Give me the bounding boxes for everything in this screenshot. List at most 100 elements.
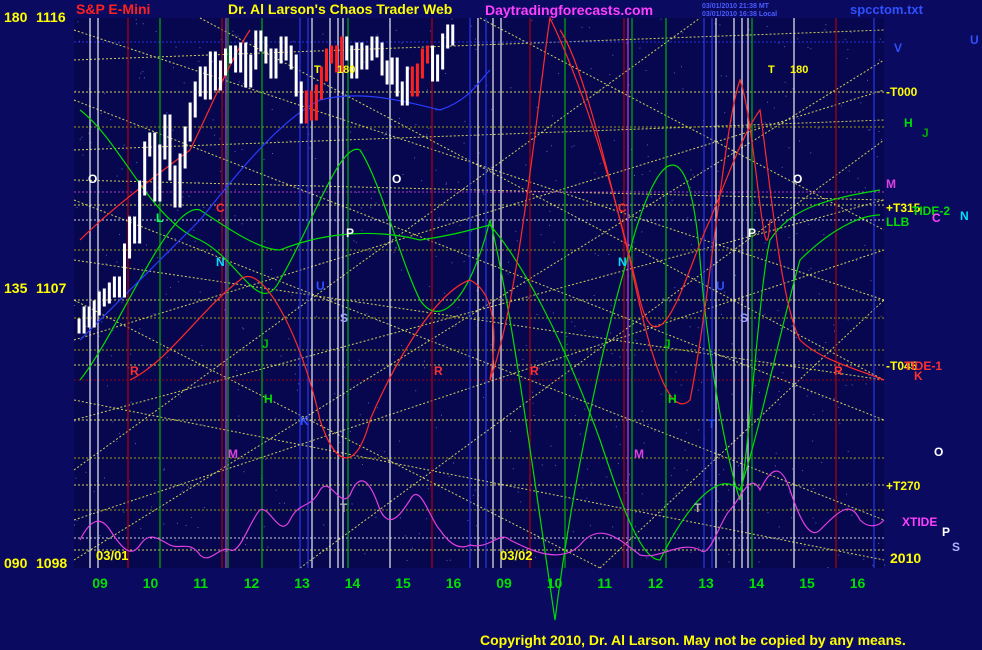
x-tick-label: 14	[345, 575, 361, 591]
plot-letter: N	[216, 255, 225, 269]
star	[522, 358, 524, 360]
star	[872, 564, 874, 566]
star	[135, 443, 136, 445]
star	[229, 264, 230, 266]
star	[520, 501, 522, 503]
star	[166, 112, 168, 114]
star	[586, 497, 588, 499]
star	[846, 493, 847, 495]
star	[175, 46, 177, 48]
star	[370, 207, 371, 209]
star	[586, 468, 588, 470]
star	[224, 309, 226, 311]
plot-letter: M	[228, 447, 238, 461]
star	[594, 253, 596, 255]
star	[401, 42, 403, 44]
star	[594, 172, 596, 174]
star	[277, 140, 279, 142]
site-url: Daytradingforecasts.com	[485, 2, 653, 18]
x-tick-label: 14	[749, 575, 765, 591]
star	[641, 231, 643, 233]
star	[599, 163, 601, 165]
star	[863, 558, 865, 560]
star	[619, 356, 621, 358]
star	[719, 24, 721, 26]
star	[359, 414, 361, 416]
plot-letter: O	[392, 172, 401, 186]
star	[860, 102, 862, 104]
star	[790, 507, 792, 509]
star	[775, 452, 777, 454]
star	[212, 60, 214, 62]
star	[639, 47, 641, 49]
star	[211, 127, 212, 129]
star	[427, 488, 429, 490]
star	[578, 378, 580, 380]
star	[588, 27, 590, 29]
star	[769, 122, 771, 124]
y-label-mid-price: 1107	[36, 280, 67, 296]
star	[834, 330, 835, 332]
star	[267, 312, 269, 313]
star	[532, 402, 534, 404]
star	[237, 389, 239, 391]
star	[841, 105, 842, 107]
plot-letter: J	[664, 337, 671, 351]
star	[555, 464, 557, 466]
star	[263, 526, 265, 528]
star	[271, 109, 273, 110]
star	[720, 75, 722, 77]
star	[528, 297, 530, 299]
star	[635, 511, 637, 513]
star	[101, 321, 103, 323]
star	[675, 493, 677, 495]
star	[772, 377, 774, 379]
star	[512, 468, 514, 470]
star	[142, 23, 144, 25]
star	[441, 414, 442, 416]
star	[552, 312, 554, 314]
star	[275, 418, 277, 420]
star	[292, 40, 294, 42]
y-label-top-price: 1116	[36, 9, 66, 25]
star	[244, 349, 246, 351]
star	[351, 503, 353, 505]
star	[635, 339, 637, 341]
star	[689, 186, 691, 188]
star	[660, 393, 662, 395]
star	[851, 514, 853, 516]
star	[188, 486, 189, 488]
star	[646, 144, 648, 146]
star	[821, 396, 823, 398]
star	[212, 119, 214, 121]
plot-letter: U	[716, 279, 725, 293]
star	[421, 180, 423, 182]
x-tick-label: 13	[698, 575, 714, 591]
star	[824, 29, 826, 31]
star	[727, 489, 729, 491]
timestamp-1: 03/01/2010 21:38 MT	[702, 3, 770, 10]
star	[135, 18, 137, 20]
star	[748, 503, 750, 505]
star	[847, 319, 849, 321]
star	[263, 158, 265, 160]
star	[645, 70, 647, 71]
star	[628, 367, 630, 369]
star	[74, 420, 76, 422]
star	[764, 122, 766, 124]
star	[646, 557, 648, 559]
star	[332, 250, 334, 251]
star	[349, 431, 351, 432]
star	[265, 458, 266, 460]
star	[839, 423, 841, 425]
star	[241, 149, 243, 150]
star	[845, 384, 847, 386]
star	[339, 442, 341, 443]
star	[647, 156, 649, 158]
star	[350, 131, 352, 133]
star	[118, 432, 120, 434]
star	[657, 103, 658, 104]
star	[581, 26, 583, 28]
star	[74, 524, 75, 526]
star	[435, 427, 437, 429]
